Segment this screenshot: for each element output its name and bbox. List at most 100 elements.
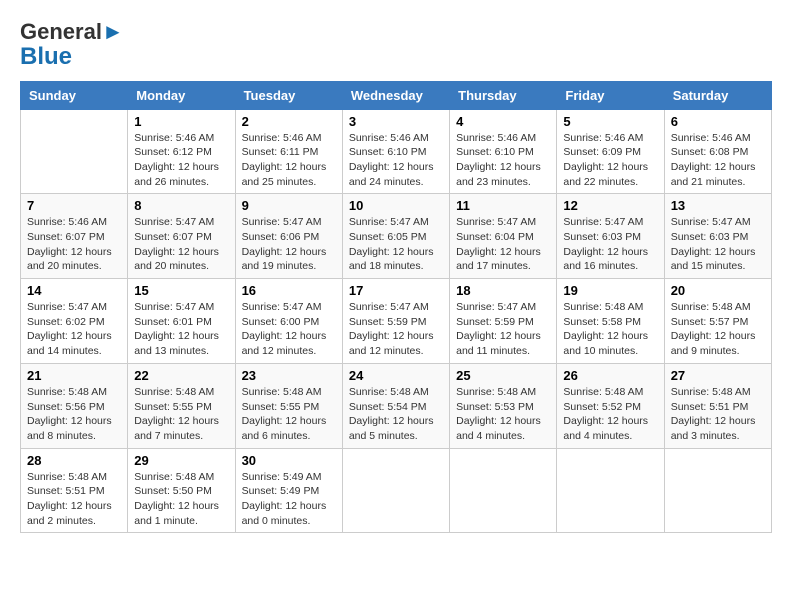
sunrise-text: Sunrise: 5:47 AM [456,300,550,315]
day-content: Sunrise: 5:47 AMSunset: 6:07 PMDaylight:… [134,215,228,274]
day-content: Sunrise: 5:48 AMSunset: 5:54 PMDaylight:… [349,385,443,444]
day-content: Sunrise: 5:47 AMSunset: 6:05 PMDaylight:… [349,215,443,274]
day-number: 20 [671,283,765,298]
calendar-cell: 7Sunrise: 5:46 AMSunset: 6:07 PMDaylight… [21,194,128,279]
day-content: Sunrise: 5:46 AMSunset: 6:08 PMDaylight:… [671,131,765,190]
calendar-cell: 26Sunrise: 5:48 AMSunset: 5:52 PMDayligh… [557,363,664,448]
day-number: 25 [456,368,550,383]
calendar-cell: 17Sunrise: 5:47 AMSunset: 5:59 PMDayligh… [342,279,449,364]
calendar-cell: 5 Sunrise: 5:46 AMSunset: 6:09 PMDaylight… [557,109,664,194]
day-number: 15 [134,283,228,298]
daylight-text: Daylight: 12 hours and 16 minutes. [563,245,657,274]
daylight-text: Daylight: 12 hours and 3 minutes. [671,414,765,443]
sunset-text: Sunset: 5:55 PM [134,400,228,415]
weekday-header-friday: Friday [557,81,664,109]
daylight-text: Daylight: 12 hours and 26 minutes. [134,160,228,189]
weekday-header-thursday: Thursday [450,81,557,109]
sunset-text: Sunset: 5:51 PM [27,484,121,499]
daylight-text: Daylight: 12 hours and 12 minutes. [242,329,336,358]
calendar-cell: 2Sunrise: 5:46 AMSunset: 6:11 PMDaylight… [235,109,342,194]
sunset-text: Sunset: 6:01 PM [134,315,228,330]
calendar-week-5: 28 Sunrise: 5:48 AMSunset: 5:51 PMDayligh… [21,448,772,533]
daylight-text: Daylight: 12 hours and 17 minutes. [456,245,550,274]
calendar-cell: 6 Sunrise: 5:46 AMSunset: 6:08 PMDaylight… [664,109,771,194]
daylight-text: Daylight: 12 hours and 15 minutes. [671,245,765,274]
daylight-text: Daylight: 12 hours and 14 minutes. [27,329,121,358]
sunset-text: Sunset: 6:10 PM [456,145,550,160]
page-header: General► Blue [20,20,772,71]
calendar-cell: 1Sunrise: 5:46 AMSunset: 6:12 PMDaylight… [128,109,235,194]
day-content: Sunrise: 5:46 AMSunset: 6:10 PMDaylight:… [349,131,443,190]
sunset-text: Sunset: 6:02 PM [27,315,121,330]
calendar-cell: 12Sunrise: 5:47 AMSunset: 6:03 PMDayligh… [557,194,664,279]
day-number: 4 [456,114,550,129]
sunrise-text: Sunrise: 5:48 AM [349,385,443,400]
sunrise-text: Sunrise: 5:48 AM [563,385,657,400]
calendar-cell: 24 Sunrise: 5:48 AMSunset: 5:54 PMDayligh… [342,363,449,448]
day-number: 10 [349,198,443,213]
day-content: Sunrise: 5:48 AMSunset: 5:55 PMDaylight:… [134,385,228,444]
daylight-text: Daylight: 12 hours and 10 minutes. [563,329,657,358]
sunset-text: Sunset: 6:03 PM [563,230,657,245]
day-number: 24 [349,368,443,383]
calendar-week-1: 1Sunrise: 5:46 AMSunset: 6:12 PMDaylight… [21,109,772,194]
calendar-cell: 8 Sunrise: 5:47 AMSunset: 6:07 PMDaylight… [128,194,235,279]
day-content: Sunrise: 5:46 AMSunset: 6:07 PMDaylight:… [27,215,121,274]
calendar-cell: 15Sunrise: 5:47 AMSunset: 6:01 PMDayligh… [128,279,235,364]
sunrise-text: Sunrise: 5:46 AM [27,215,121,230]
calendar-cell [21,109,128,194]
weekday-header-monday: Monday [128,81,235,109]
calendar-cell [664,448,771,533]
calendar-cell: 29Sunrise: 5:48 AMSunset: 5:50 PMDayligh… [128,448,235,533]
daylight-text: Daylight: 12 hours and 8 minutes. [27,414,121,443]
sunset-text: Sunset: 6:00 PM [242,315,336,330]
sunrise-text: Sunrise: 5:46 AM [134,131,228,146]
sunrise-text: Sunrise: 5:47 AM [134,300,228,315]
day-content: Sunrise: 5:48 AMSunset: 5:58 PMDaylight:… [563,300,657,359]
sunset-text: Sunset: 6:06 PM [242,230,336,245]
sunset-text: Sunset: 5:55 PM [242,400,336,415]
sunrise-text: Sunrise: 5:48 AM [27,385,121,400]
day-content: Sunrise: 5:46 AMSunset: 6:12 PMDaylight:… [134,131,228,190]
day-content: Sunrise: 5:46 AMSunset: 6:09 PMDaylight:… [563,131,657,190]
day-number: 28 [27,453,121,468]
day-number: 8 [134,198,228,213]
calendar-cell: 19Sunrise: 5:48 AMSunset: 5:58 PMDayligh… [557,279,664,364]
sunrise-text: Sunrise: 5:46 AM [349,131,443,146]
sunrise-text: Sunrise: 5:47 AM [242,215,336,230]
day-content: Sunrise: 5:47 AMSunset: 6:03 PMDaylight:… [563,215,657,274]
calendar-cell: 9Sunrise: 5:47 AMSunset: 6:06 PMDaylight… [235,194,342,279]
logo: General► Blue [20,20,124,71]
day-content: Sunrise: 5:47 AMSunset: 6:00 PMDaylight:… [242,300,336,359]
daylight-text: Daylight: 12 hours and 19 minutes. [242,245,336,274]
sunset-text: Sunset: 6:10 PM [349,145,443,160]
daylight-text: Daylight: 12 hours and 18 minutes. [349,245,443,274]
calendar-cell: 21 Sunrise: 5:48 AMSunset: 5:56 PMDayligh… [21,363,128,448]
day-content: Sunrise: 5:47 AMSunset: 6:04 PMDaylight:… [456,215,550,274]
day-content: Sunrise: 5:46 AMSunset: 6:10 PMDaylight:… [456,131,550,190]
daylight-text: Daylight: 12 hours and 2 minutes. [27,499,121,528]
sunset-text: Sunset: 6:07 PM [134,230,228,245]
day-content: Sunrise: 5:48 AMSunset: 5:57 PMDaylight:… [671,300,765,359]
calendar-table: SundayMondayTuesdayWednesdayThursdayFrid… [20,81,772,534]
calendar-cell: 23Sunrise: 5:48 AMSunset: 5:55 PMDayligh… [235,363,342,448]
sunset-text: Sunset: 5:56 PM [27,400,121,415]
daylight-text: Daylight: 12 hours and 4 minutes. [456,414,550,443]
daylight-text: Daylight: 12 hours and 25 minutes. [242,160,336,189]
calendar-cell: 18Sunrise: 5:47 AMSunset: 5:59 PMDayligh… [450,279,557,364]
sunrise-text: Sunrise: 5:46 AM [242,131,336,146]
calendar-body: 1Sunrise: 5:46 AMSunset: 6:12 PMDaylight… [21,109,772,533]
day-content: Sunrise: 5:48 AMSunset: 5:51 PMDaylight:… [27,470,121,529]
calendar-cell: 4 Sunrise: 5:46 AMSunset: 6:10 PMDaylight… [450,109,557,194]
calendar-cell: 25Sunrise: 5:48 AMSunset: 5:53 PMDayligh… [450,363,557,448]
sunset-text: Sunset: 5:58 PM [563,315,657,330]
weekday-header-tuesday: Tuesday [235,81,342,109]
sunrise-text: Sunrise: 5:49 AM [242,470,336,485]
day-number: 5 [563,114,657,129]
sunset-text: Sunset: 5:59 PM [456,315,550,330]
sunrise-text: Sunrise: 5:47 AM [349,300,443,315]
sunset-text: Sunset: 5:52 PM [563,400,657,415]
sunset-text: Sunset: 6:09 PM [563,145,657,160]
day-number: 21 [27,368,121,383]
day-number: 6 [671,114,765,129]
